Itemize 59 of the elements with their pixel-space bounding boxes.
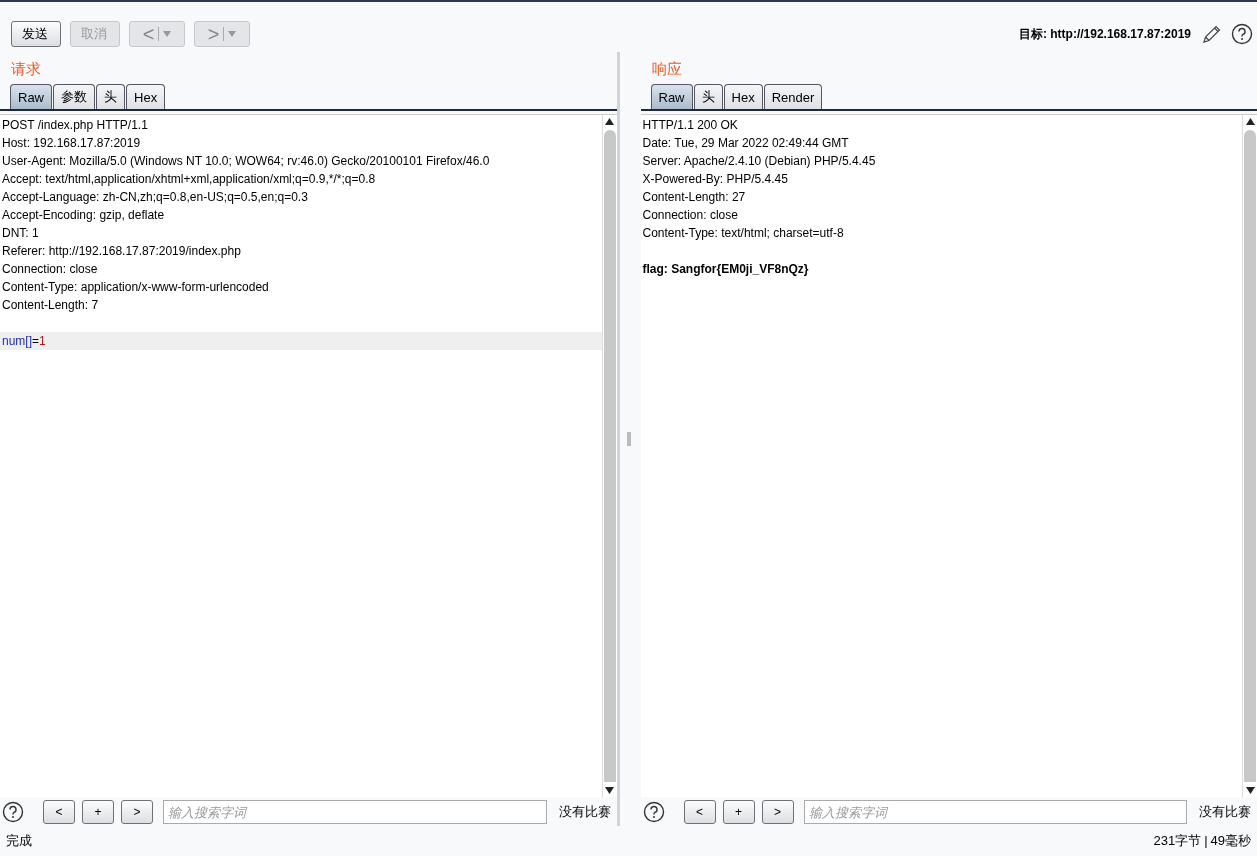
target-label: 目标: http://192.168.17.87:2019 (1018, 25, 1191, 43)
match-count: 没有比赛 (1199, 803, 1251, 821)
text-line: Content-Length: 27 (641, 189, 747, 206)
tab[interactable]: Raw (10, 84, 52, 109)
size-text: 231字节 (1153, 833, 1202, 848)
text-line: Accept-Language: zh-CN,zh;q=0.8,en-US;q=0.5,en;q=0.3 (1, 189, 309, 206)
text-line: HTTP/1.1 200 OK (641, 117, 739, 134)
previous-button[interactable]: < (683, 800, 716, 824)
text-line: Connection: close (1, 261, 99, 278)
text-line: Server: Apache/2.4.10 (Debian) PHP/5.4.45 (641, 153, 877, 170)
tab[interactable]: 头 (96, 84, 125, 109)
text-line: Accept: text/html,application/xhtml+xml,application/xml;q=0.9,*/*;q=0.8 (1, 171, 377, 188)
scrollbar[interactable] (601, 115, 617, 797)
down-arrow-icon[interactable] (1245, 787, 1255, 794)
text-line: User-Agent: Mozilla/5.0 (Windows NT 10.0; WOW64; rv:46.0) Gecko/20100101 Firefox/46.0 (1, 153, 491, 170)
pane-title: 请求 (10, 59, 42, 79)
tab[interactable]: 头 (693, 84, 723, 109)
up-arrow-icon[interactable] (605, 118, 614, 125)
help-icon[interactable] (1231, 23, 1253, 45)
time-text: 49毫秒 (1210, 833, 1251, 848)
caret-icon (163, 31, 172, 37)
send-button[interactable]: 发送 (11, 21, 61, 47)
scroll-thumb[interactable] (1244, 130, 1256, 782)
text-line: Connection: close (641, 207, 739, 224)
add-button[interactable]: + (82, 800, 114, 824)
text-line: X-Powered-By: PHP/5.4.45 (641, 171, 789, 188)
add-button[interactable]: + (722, 800, 755, 824)
text-line: Host: 192.168.17.87:2019 (1, 135, 142, 152)
text-line: flag: Sangfor{EM0ji_VF8nQz} (641, 261, 810, 278)
pencil-icon[interactable] (1201, 23, 1223, 45)
text-line: Referer: http://192.168.17.87:2019/index.php (1, 243, 242, 260)
tab[interactable]: Hex (126, 84, 166, 109)
search-field[interactable]: 输入搜索字词 (163, 800, 547, 824)
separator-text: | (1204, 833, 1208, 848)
help-icon[interactable] (642, 801, 665, 823)
match-count: 没有比赛 (558, 803, 611, 821)
search-field[interactable]: 输入搜索字词 (803, 800, 1187, 824)
up-arrow-icon[interactable] (1245, 118, 1255, 125)
status-text: 完成 (6, 832, 32, 850)
next-button[interactable]: > (761, 800, 794, 824)
tab[interactable]: Render (763, 84, 823, 109)
text-line: Content-Type: text/html; charset=utf-8 (641, 225, 845, 242)
text-line: Content-Length: 7 (1, 297, 100, 314)
down-arrow-icon[interactable] (605, 787, 614, 794)
tab[interactable]: Hex (723, 84, 763, 109)
previous-button[interactable]: < (43, 800, 75, 824)
text-line: POST /index.php HTTP/1.1 (1, 117, 149, 134)
text-line: DNT: 1 (1, 225, 40, 242)
tab[interactable]: 参数 (53, 84, 95, 109)
text-line: Accept-Encoding: gzip, deflate (1, 207, 166, 224)
help-icon[interactable] (2, 801, 24, 823)
tab[interactable]: Raw (650, 84, 693, 109)
scroll-thumb[interactable] (603, 130, 616, 782)
caret-icon (228, 31, 237, 37)
text-line: Content-Type: application/x-www-form-urlencoded (1, 279, 270, 296)
next-button[interactable]: > (121, 800, 153, 824)
text-line: Date: Tue, 29 Mar 2022 02:49:44 GMT (641, 135, 850, 152)
scrollbar[interactable] (1242, 115, 1257, 797)
pane-title: 响应 (650, 59, 683, 79)
